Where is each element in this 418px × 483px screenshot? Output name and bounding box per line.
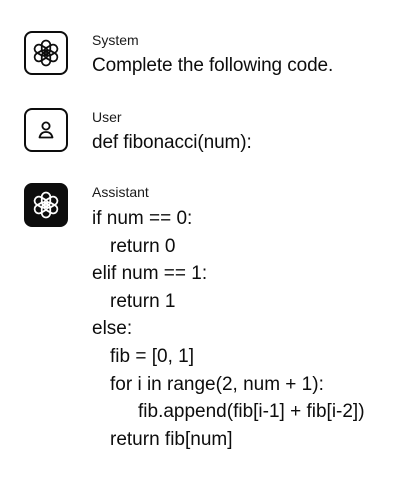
user-avatar: [24, 108, 68, 152]
assistant-message: Assistant if num == 0: return 0 elif num…: [24, 183, 408, 453]
code-line: elif num == 1:: [92, 263, 208, 285]
code-line: fib.append(fib[i-1] + fib[i-2]): [138, 401, 365, 423]
assistant-message-code: if num == 0: return 0 elif num == 1: ret…: [92, 205, 408, 453]
system-message: System Complete the following code.: [24, 31, 408, 79]
openai-logo-icon: [33, 191, 59, 219]
openai-logo-icon: [33, 39, 59, 67]
system-role-label: System: [92, 32, 139, 48]
user-message-text: def fibonacci(num):: [92, 132, 252, 153]
code-line: for i in range(2, num + 1):: [110, 373, 324, 395]
system-avatar: [24, 31, 68, 75]
user-role-label: User: [92, 109, 122, 125]
code-line: return 1: [110, 290, 176, 312]
code-line: return fib[num]: [110, 428, 233, 450]
system-message-text: Complete the following code.: [92, 55, 334, 76]
user-icon: [38, 121, 54, 139]
code-line: fib = [0, 1]: [110, 345, 194, 367]
code-line: return 0: [110, 235, 176, 257]
code-line: if num == 0:: [92, 208, 193, 229]
user-message: User def fibonacci(num):: [24, 108, 408, 156]
assistant-role-label: Assistant: [92, 184, 149, 200]
code-line: else:: [92, 318, 133, 340]
assistant-avatar: [24, 183, 68, 227]
